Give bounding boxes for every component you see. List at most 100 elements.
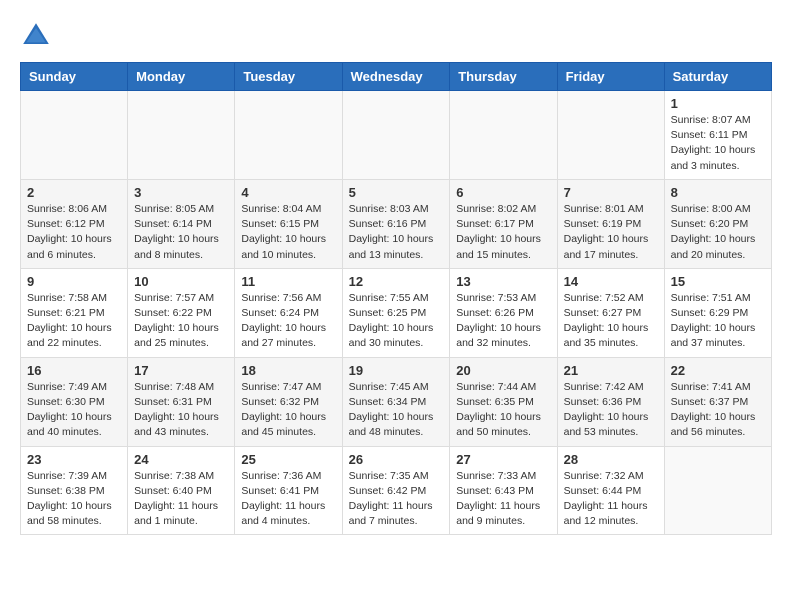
day-info: Sunrise: 8:03 AM Sunset: 6:16 PM Dayligh… — [349, 202, 444, 263]
day-info: Sunrise: 7:57 AM Sunset: 6:22 PM Dayligh… — [134, 291, 228, 352]
day-info: Sunrise: 7:58 AM Sunset: 6:21 PM Dayligh… — [27, 291, 121, 352]
calendar-cell — [664, 446, 771, 535]
day-number: 24 — [134, 452, 228, 467]
day-number: 23 — [27, 452, 121, 467]
day-number: 4 — [241, 185, 335, 200]
calendar-cell — [128, 91, 235, 180]
day-info: Sunrise: 8:02 AM Sunset: 6:17 PM Dayligh… — [456, 202, 550, 263]
day-info: Sunrise: 7:36 AM Sunset: 6:41 PM Dayligh… — [241, 469, 335, 530]
calendar-cell: 4 Sunrise: 8:04 AM Sunset: 6:15 PM Daylig… — [235, 179, 342, 268]
day-number: 19 — [349, 363, 444, 378]
day-info: Sunrise: 7:47 AM Sunset: 6:32 PM Dayligh… — [241, 380, 335, 441]
calendar-cell: 5 Sunrise: 8:03 AM Sunset: 6:16 PM Daylig… — [342, 179, 450, 268]
day-number: 11 — [241, 274, 335, 289]
day-number: 9 — [27, 274, 121, 289]
calendar-week-row: 16 Sunrise: 7:49 AM Sunset: 6:30 PM Dayli… — [21, 357, 772, 446]
day-number: 17 — [134, 363, 228, 378]
calendar-header-sunday: Sunday — [21, 63, 128, 91]
calendar-cell: 18 Sunrise: 7:47 AM Sunset: 6:32 PM Dayli… — [235, 357, 342, 446]
day-number: 26 — [349, 452, 444, 467]
calendar-cell — [235, 91, 342, 180]
calendar-cell — [342, 91, 450, 180]
calendar-header-thursday: Thursday — [450, 63, 557, 91]
calendar-header-monday: Monday — [128, 63, 235, 91]
day-number: 13 — [456, 274, 550, 289]
calendar-cell: 13 Sunrise: 7:53 AM Sunset: 6:26 PM Dayli… — [450, 268, 557, 357]
day-info: Sunrise: 7:42 AM Sunset: 6:36 PM Dayligh… — [564, 380, 658, 441]
day-info: Sunrise: 7:48 AM Sunset: 6:31 PM Dayligh… — [134, 380, 228, 441]
day-number: 14 — [564, 274, 658, 289]
day-info: Sunrise: 7:49 AM Sunset: 6:30 PM Dayligh… — [27, 380, 121, 441]
calendar-cell: 11 Sunrise: 7:56 AM Sunset: 6:24 PM Dayli… — [235, 268, 342, 357]
day-number: 21 — [564, 363, 658, 378]
day-info: Sunrise: 7:56 AM Sunset: 6:24 PM Dayligh… — [241, 291, 335, 352]
calendar-cell: 2 Sunrise: 8:06 AM Sunset: 6:12 PM Daylig… — [21, 179, 128, 268]
day-info: Sunrise: 7:45 AM Sunset: 6:34 PM Dayligh… — [349, 380, 444, 441]
day-number: 5 — [349, 185, 444, 200]
day-number: 1 — [671, 96, 765, 111]
day-info: Sunrise: 7:55 AM Sunset: 6:25 PM Dayligh… — [349, 291, 444, 352]
calendar-cell: 15 Sunrise: 7:51 AM Sunset: 6:29 PM Dayli… — [664, 268, 771, 357]
day-info: Sunrise: 7:33 AM Sunset: 6:43 PM Dayligh… — [456, 469, 550, 530]
day-info: Sunrise: 7:53 AM Sunset: 6:26 PM Dayligh… — [456, 291, 550, 352]
day-info: Sunrise: 8:01 AM Sunset: 6:19 PM Dayligh… — [564, 202, 658, 263]
calendar-cell: 26 Sunrise: 7:35 AM Sunset: 6:42 PM Dayli… — [342, 446, 450, 535]
day-number: 6 — [456, 185, 550, 200]
day-number: 3 — [134, 185, 228, 200]
day-info: Sunrise: 7:39 AM Sunset: 6:38 PM Dayligh… — [27, 469, 121, 530]
logo — [20, 20, 58, 52]
calendar-cell: 27 Sunrise: 7:33 AM Sunset: 6:43 PM Dayli… — [450, 446, 557, 535]
day-info: Sunrise: 8:06 AM Sunset: 6:12 PM Dayligh… — [27, 202, 121, 263]
calendar-cell — [557, 91, 664, 180]
day-info: Sunrise: 7:35 AM Sunset: 6:42 PM Dayligh… — [349, 469, 444, 530]
logo-icon — [20, 20, 52, 52]
calendar-cell: 16 Sunrise: 7:49 AM Sunset: 6:30 PM Dayli… — [21, 357, 128, 446]
calendar-cell: 19 Sunrise: 7:45 AM Sunset: 6:34 PM Dayli… — [342, 357, 450, 446]
calendar-cell: 1Sunrise: 8:07 AM Sunset: 6:11 PM Daylig… — [664, 91, 771, 180]
calendar-header-tuesday: Tuesday — [235, 63, 342, 91]
calendar-cell — [450, 91, 557, 180]
calendar-cell: 20Sunrise: 7:44 AM Sunset: 6:35 PM Dayli… — [450, 357, 557, 446]
calendar-week-row: 9 Sunrise: 7:58 AM Sunset: 6:21 PM Daylig… — [21, 268, 772, 357]
calendar-cell: 17 Sunrise: 7:48 AM Sunset: 6:31 PM Dayli… — [128, 357, 235, 446]
page-header — [20, 20, 772, 52]
day-number: 7 — [564, 185, 658, 200]
day-info: Sunrise: 8:05 AM Sunset: 6:14 PM Dayligh… — [134, 202, 228, 263]
calendar-cell: 14Sunrise: 7:52 AM Sunset: 6:27 PM Dayli… — [557, 268, 664, 357]
calendar-cell: 8 Sunrise: 8:00 AM Sunset: 6:20 PM Daylig… — [664, 179, 771, 268]
day-number: 2 — [27, 185, 121, 200]
day-info: Sunrise: 7:44 AM Sunset: 6:35 PM Dayligh… — [456, 380, 550, 441]
calendar-cell: 22Sunrise: 7:41 AM Sunset: 6:37 PM Dayli… — [664, 357, 771, 446]
calendar-week-row: 23 Sunrise: 7:39 AM Sunset: 6:38 PM Dayli… — [21, 446, 772, 535]
day-number: 10 — [134, 274, 228, 289]
day-number: 15 — [671, 274, 765, 289]
calendar-header-friday: Friday — [557, 63, 664, 91]
calendar-cell: 21 Sunrise: 7:42 AM Sunset: 6:36 PM Dayli… — [557, 357, 664, 446]
day-info: Sunrise: 7:51 AM Sunset: 6:29 PM Dayligh… — [671, 291, 765, 352]
calendar-week-row: 1Sunrise: 8:07 AM Sunset: 6:11 PM Daylig… — [21, 91, 772, 180]
calendar-header-saturday: Saturday — [664, 63, 771, 91]
day-number: 18 — [241, 363, 335, 378]
calendar-cell: 12 Sunrise: 7:55 AM Sunset: 6:25 PM Dayli… — [342, 268, 450, 357]
calendar-cell: 7 Sunrise: 8:01 AM Sunset: 6:19 PM Daylig… — [557, 179, 664, 268]
day-number: 8 — [671, 185, 765, 200]
calendar-cell: 10 Sunrise: 7:57 AM Sunset: 6:22 PM Dayli… — [128, 268, 235, 357]
calendar-cell: 3 Sunrise: 8:05 AM Sunset: 6:14 PM Daylig… — [128, 179, 235, 268]
calendar-cell: 25 Sunrise: 7:36 AM Sunset: 6:41 PM Dayli… — [235, 446, 342, 535]
calendar-header-row: SundayMondayTuesdayWednesdayThursdayFrid… — [21, 63, 772, 91]
calendar-cell — [21, 91, 128, 180]
day-number: 27 — [456, 452, 550, 467]
day-info: Sunrise: 8:04 AM Sunset: 6:15 PM Dayligh… — [241, 202, 335, 263]
day-info: Sunrise: 8:00 AM Sunset: 6:20 PM Dayligh… — [671, 202, 765, 263]
day-number: 12 — [349, 274, 444, 289]
calendar-cell: 9 Sunrise: 7:58 AM Sunset: 6:21 PM Daylig… — [21, 268, 128, 357]
day-number: 28 — [564, 452, 658, 467]
calendar-week-row: 2 Sunrise: 8:06 AM Sunset: 6:12 PM Daylig… — [21, 179, 772, 268]
day-number: 25 — [241, 452, 335, 467]
day-number: 16 — [27, 363, 121, 378]
calendar-cell: 6 Sunrise: 8:02 AM Sunset: 6:17 PM Daylig… — [450, 179, 557, 268]
calendar-header-wednesday: Wednesday — [342, 63, 450, 91]
calendar: SundayMondayTuesdayWednesdayThursdayFrid… — [20, 62, 772, 535]
calendar-cell: 28 Sunrise: 7:32 AM Sunset: 6:44 PM Dayli… — [557, 446, 664, 535]
day-info: Sunrise: 7:32 AM Sunset: 6:44 PM Dayligh… — [564, 469, 658, 530]
